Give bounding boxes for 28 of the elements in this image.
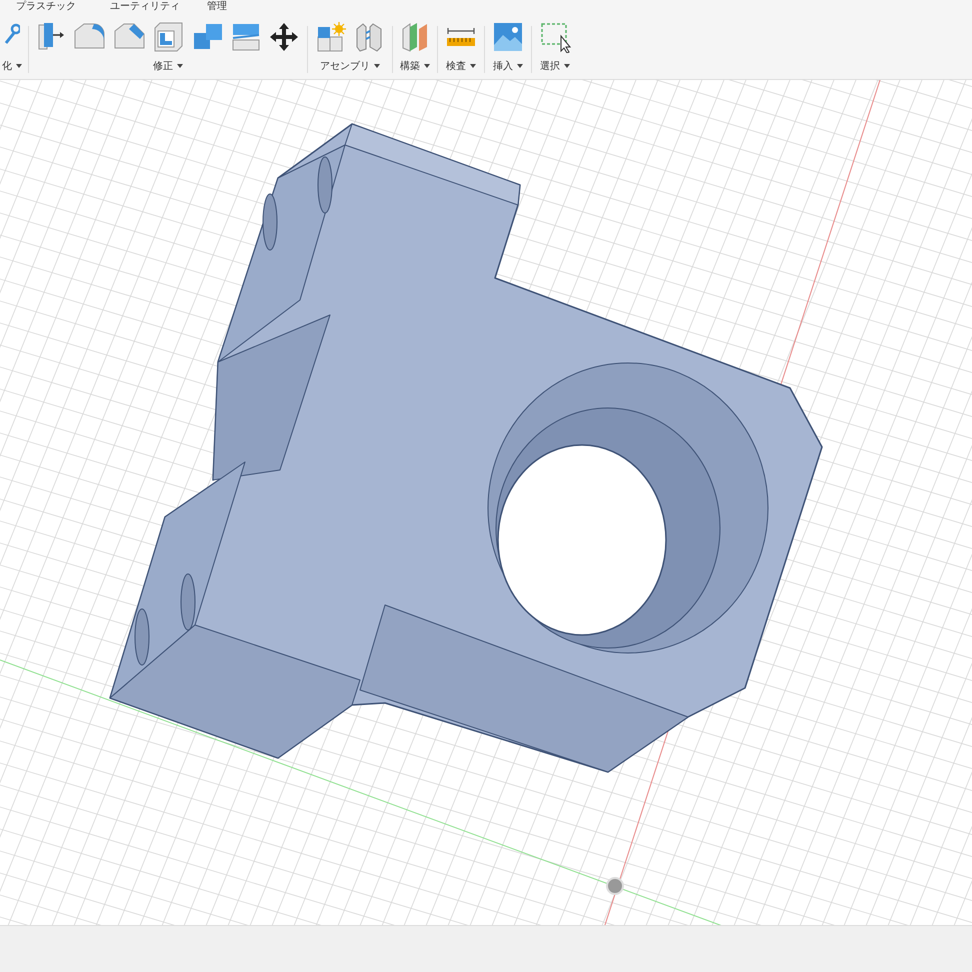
group-menu[interactable]: 挿入	[493, 58, 523, 74]
group-menu[interactable]: 構築	[400, 58, 430, 74]
caret-icon	[564, 64, 570, 68]
part-model-drawing[interactable]	[109, 123, 823, 773]
3d-viewport[interactable]	[0, 80, 972, 925]
origin-marker-icon	[606, 877, 624, 895]
tab[interactable]: ユーティリティ	[110, 0, 180, 14]
caret-icon	[374, 64, 380, 68]
caret-icon	[470, 64, 476, 68]
tab[interactable]: プラスチック	[16, 0, 76, 14]
component-icon	[315, 21, 347, 53]
tool-button[interactable]	[539, 21, 571, 53]
caret-icon	[16, 64, 22, 68]
caret-icon	[517, 64, 523, 68]
group-menu[interactable]: 修正	[153, 58, 183, 74]
caret-icon	[424, 64, 430, 68]
group-menu[interactable]: アセンブリ	[320, 58, 380, 74]
group-menu[interactable]: 検査	[446, 58, 476, 74]
group-menu[interactable]: 化	[2, 58, 22, 74]
planes-icon	[400, 21, 430, 53]
tool-button[interactable]	[268, 21, 300, 53]
selection-box-icon	[539, 21, 571, 53]
picture-icon	[492, 21, 524, 53]
split-icon	[230, 21, 262, 53]
move-icon	[268, 21, 300, 53]
caret-icon	[177, 64, 183, 68]
tab[interactable]: 管理	[207, 0, 227, 14]
group-menu[interactable]: 選択	[540, 58, 570, 74]
